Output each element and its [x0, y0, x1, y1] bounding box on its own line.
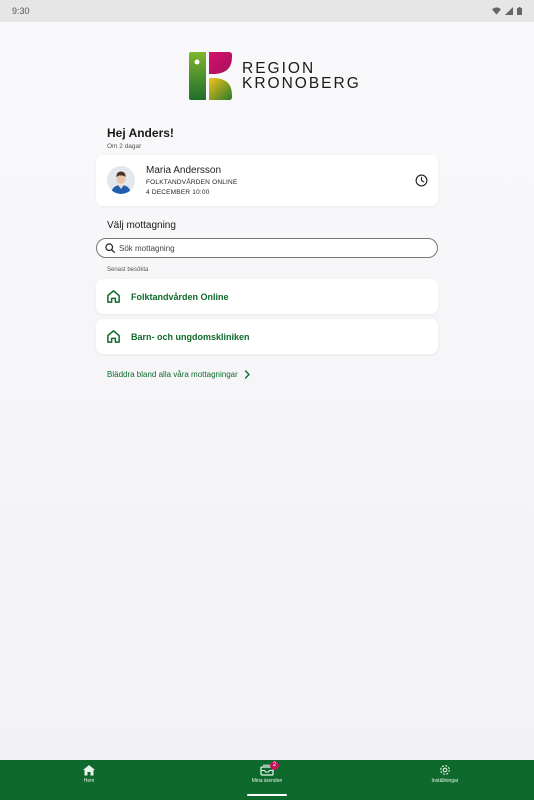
appointment-person-name: Maria Andersson	[146, 165, 222, 176]
bottom-navigation: Hem 2 Mina ärenden Inställningar	[0, 760, 534, 800]
house-icon	[107, 290, 120, 303]
logo-text: REGION KRONOBERG	[242, 60, 361, 92]
avatar	[107, 166, 135, 194]
region-kronoberg-logo: REGION KRONOBERG	[189, 52, 361, 100]
nav-item-label: Mina ärenden	[251, 778, 283, 784]
greeting-title: Hej Anders!	[107, 126, 174, 140]
greeting-subtitle: Om 2 dagar	[107, 143, 142, 150]
house-icon	[107, 330, 120, 343]
clinic-item-barn-och-ungdomskliniken[interactable]: Barn- och ungdomskliniken	[96, 319, 438, 354]
person-avatar-icon	[107, 166, 135, 194]
chevron-right-icon	[244, 370, 250, 379]
clinic-item-folktandvarden-online[interactable]: Folktandvården Online	[96, 279, 438, 314]
clinic-item-label: Folktandvården Online	[131, 291, 229, 302]
search-bar[interactable]	[96, 238, 438, 258]
gear-icon	[440, 765, 450, 775]
status-time: 9:30	[12, 6, 30, 16]
choose-clinic-heading: Välj mottagning	[107, 220, 176, 231]
appointment-clinic: FOLKTANDVÅRDEN ONLINE	[146, 179, 238, 186]
nav-item-label: Inställningar	[431, 778, 459, 784]
logo-line-kronoberg: KRONOBERG	[242, 75, 361, 92]
status-bar: 9:30	[0, 0, 534, 22]
signal-icon	[505, 7, 513, 15]
nav-item-my-cases[interactable]: 2 Mina ärenden	[178, 760, 356, 800]
logo-line-region: REGION	[242, 60, 316, 77]
recently-visited-label: Senast besökta	[107, 267, 149, 273]
status-icons	[492, 7, 522, 15]
browse-link-label: Bläddra bland alla våra mottagningar	[107, 370, 238, 379]
clock-icon	[415, 174, 428, 187]
home-icon	[83, 765, 95, 776]
nav-item-label: Hem	[83, 778, 95, 784]
logo-mark-icon	[189, 52, 232, 100]
appointment-card[interactable]: Maria Andersson FOLKTANDVÅRDEN ONLINE 4 …	[96, 155, 438, 206]
notification-badge: 2	[270, 761, 279, 770]
wifi-icon	[492, 7, 501, 15]
search-input[interactable]	[119, 243, 419, 253]
nav-item-settings[interactable]: Inställningar	[356, 760, 534, 800]
battery-icon	[517, 7, 522, 15]
appointment-date: 4 DECEMBER 10:00	[146, 189, 210, 196]
clinic-item-label: Barn- och ungdomskliniken	[131, 331, 250, 342]
nav-item-home[interactable]: Hem	[0, 760, 178, 800]
browse-all-clinics-link[interactable]: Bläddra bland alla våra mottagningar	[107, 370, 251, 379]
search-icon	[105, 243, 115, 253]
